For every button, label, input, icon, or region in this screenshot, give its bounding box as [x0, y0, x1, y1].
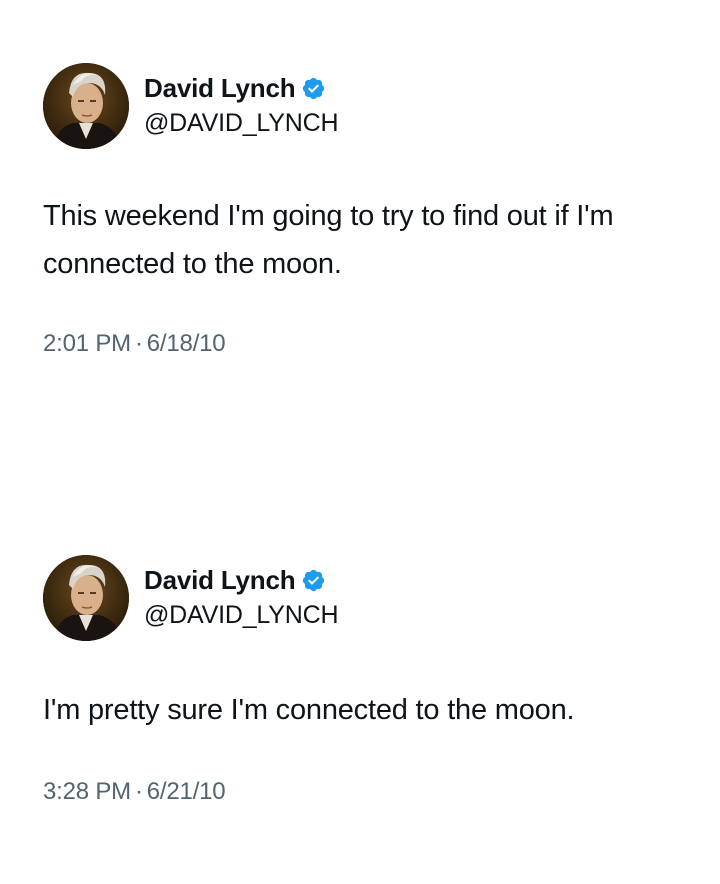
avatar-photo	[43, 555, 129, 641]
avatar[interactable]	[43, 63, 129, 149]
tweet-time: 2:01 PM	[43, 330, 131, 357]
avatar[interactable]	[43, 555, 129, 641]
tweet-text: I'm pretty sure I'm connected to the moo…	[43, 694, 575, 726]
meta-separator: ·	[134, 778, 143, 805]
author-name[interactable]: David Lynch	[144, 565, 296, 596]
author-name-row[interactable]: David Lynch	[144, 71, 326, 105]
tweet-date: 6/18/10	[146, 330, 226, 357]
tweet-text: This weekend I'm going to try to find ou…	[43, 200, 614, 280]
meta-separator: ·	[134, 330, 143, 357]
verified-badge-icon	[301, 568, 326, 593]
author-handle[interactable]: @DAVID_LYNCH	[144, 109, 339, 138]
tweet-date: 6/21/10	[146, 778, 226, 805]
tweet-header: David Lynch @DAVID_LYNCH	[43, 555, 683, 641]
tweet-header: David Lynch @DAVID_LYNCH	[43, 63, 683, 149]
avatar-photo	[43, 63, 129, 149]
author-name[interactable]: David Lynch	[144, 73, 296, 104]
author-handle[interactable]: @DAVID_LYNCH	[144, 601, 339, 630]
author-name-row[interactable]: David Lynch	[144, 563, 326, 597]
tweet-timestamp[interactable]: 3:28 PM · 6/21/10	[43, 778, 226, 806]
tweet-time: 3:28 PM	[43, 778, 131, 805]
tweet-timestamp[interactable]: 2:01 PM · 6/18/10	[43, 330, 226, 358]
verified-badge-icon	[301, 76, 326, 101]
